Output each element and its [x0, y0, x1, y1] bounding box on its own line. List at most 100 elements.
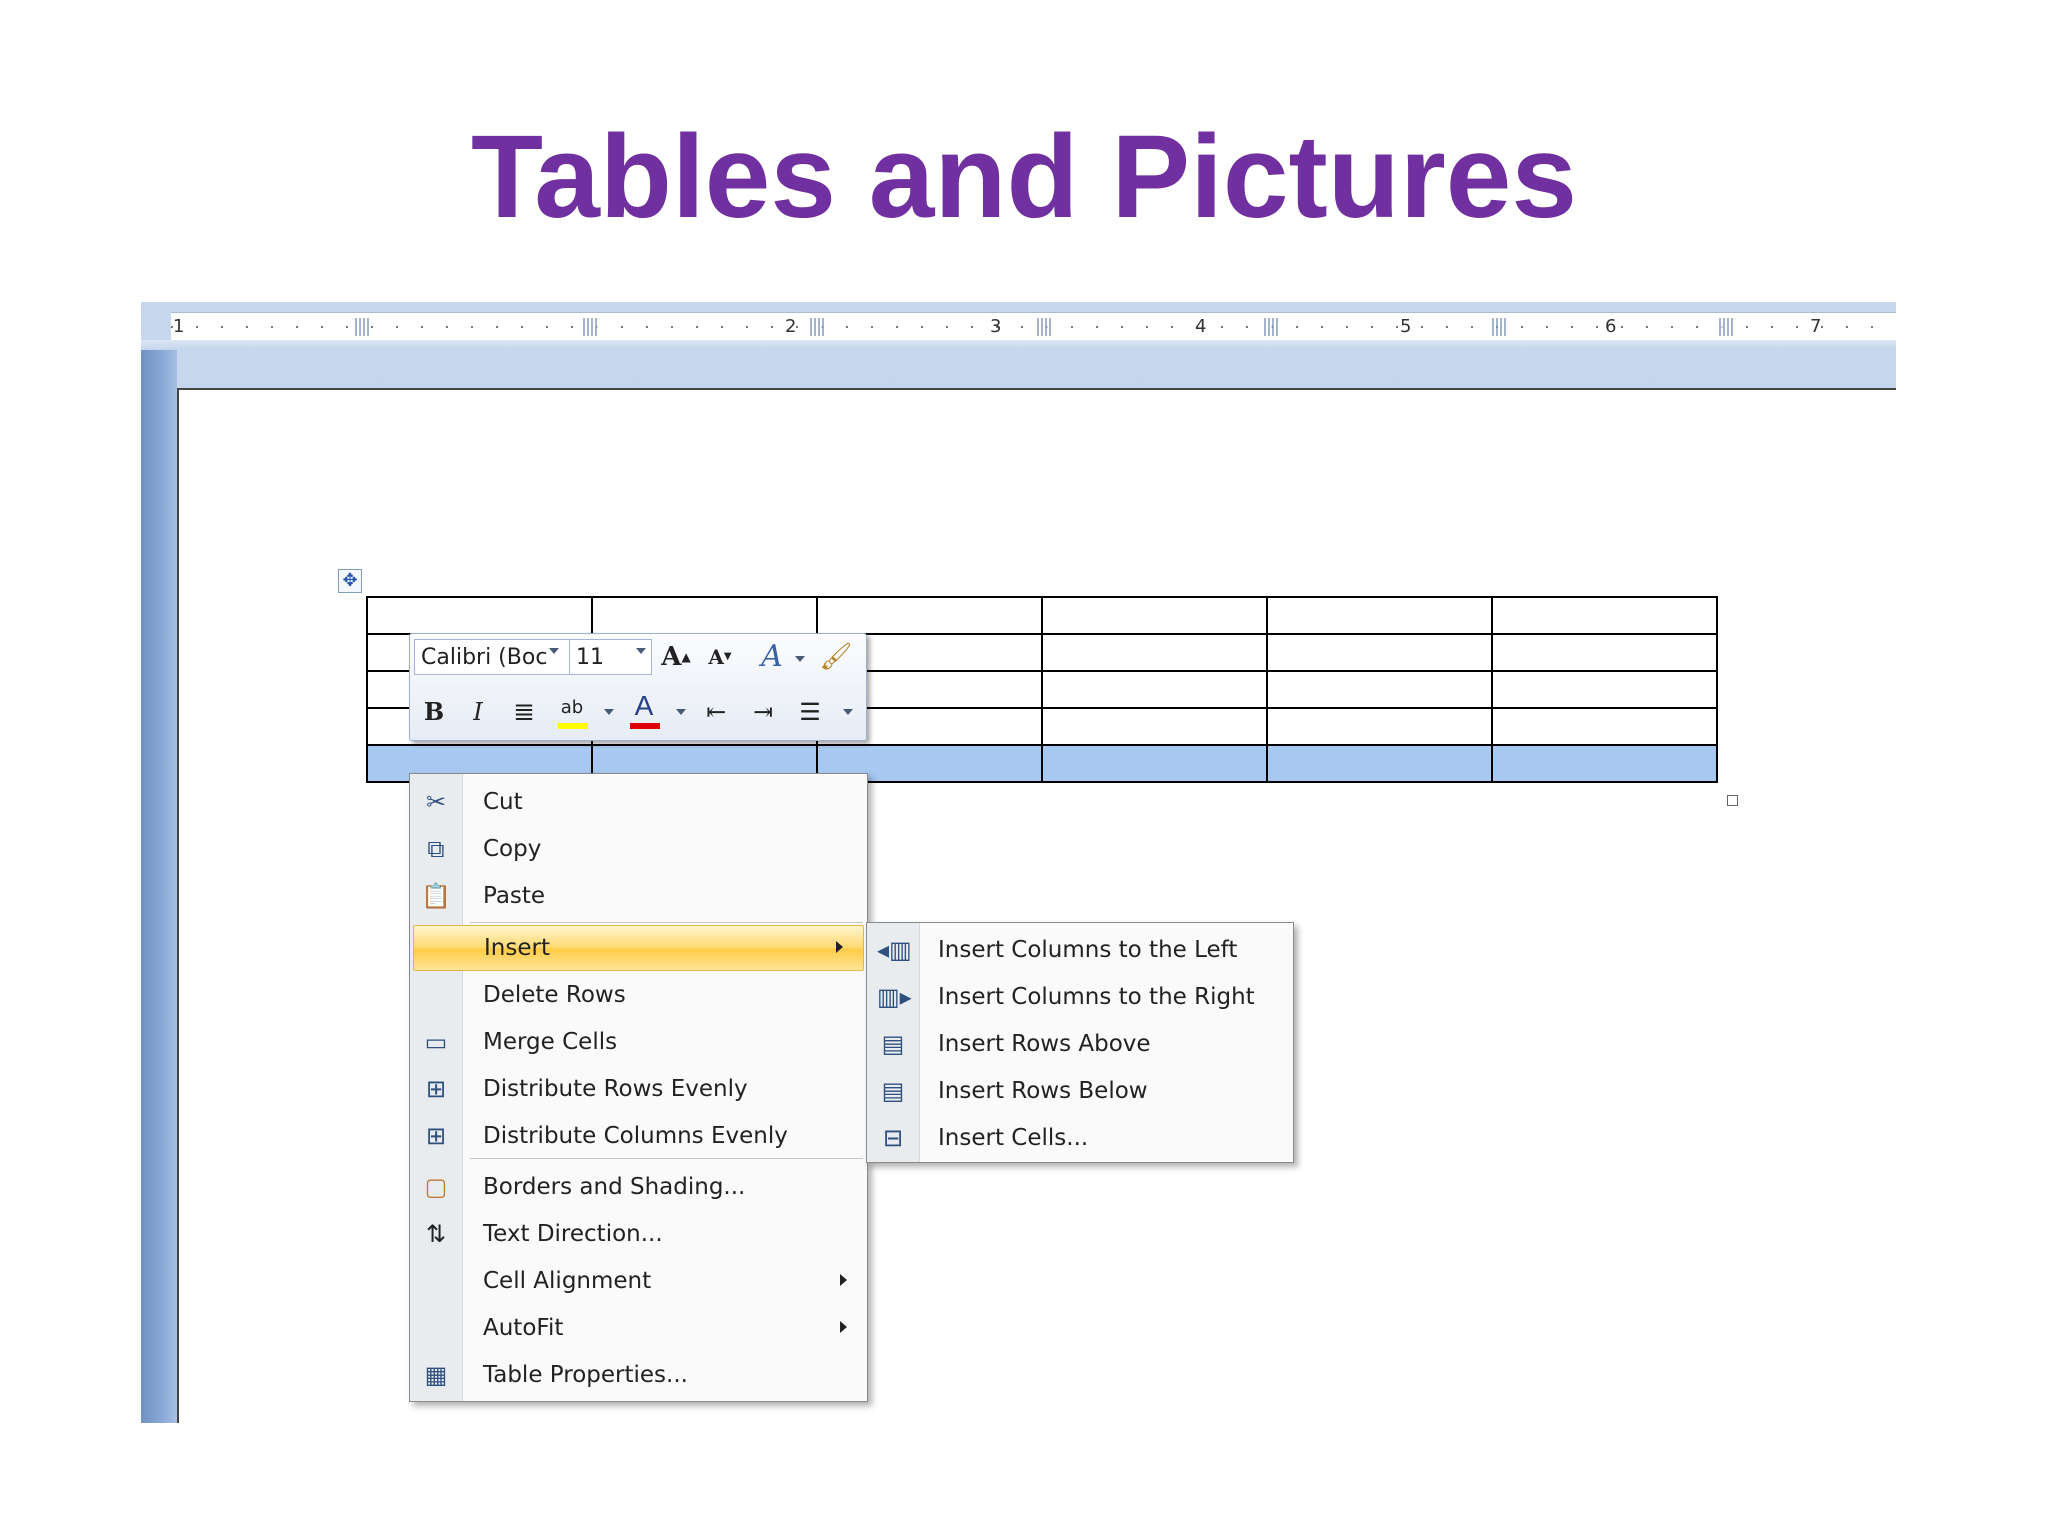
table-cell[interactable]: [1491, 670, 1718, 709]
table-cell[interactable]: [366, 596, 593, 635]
menu-item-text-direction[interactable]: ⇅ Text Direction...: [410, 1212, 867, 1256]
table-move-handle-icon[interactable]: ✥: [338, 569, 362, 593]
styles-icon[interactable]: A: [754, 639, 790, 675]
highlight-color-swatch: [558, 723, 588, 729]
mini-toolbar: Calibri (Boc 11 A▲ A▼ A 🖌 B I ≣ ab A ⇤ ⇥…: [409, 633, 867, 741]
table-cell[interactable]: [1266, 707, 1493, 746]
menu-item-merge-cells[interactable]: ▭ Merge Cells: [410, 1020, 867, 1064]
menu-item-table-properties[interactable]: ▦ Table Properties...: [410, 1353, 867, 1397]
text-direction-icon: ⇅: [425, 1220, 447, 1248]
table-resize-handle[interactable]: [1727, 795, 1738, 806]
table-cell[interactable]: [1491, 633, 1718, 672]
table-row: [366, 596, 1718, 635]
column-marker[interactable]: [1492, 318, 1508, 336]
menu-item-borders-shading[interactable]: ▢ Borders and Shading...: [410, 1165, 867, 1209]
bullets-dropdown-icon[interactable]: [843, 709, 853, 715]
table-cell[interactable]: [1041, 707, 1268, 746]
menu-item-label: Table Properties...: [483, 1362, 688, 1388]
table-cell[interactable]: [1041, 633, 1268, 672]
font-color-button[interactable]: A: [626, 688, 662, 724]
ruler-number: 4: [1195, 316, 1207, 337]
menu-item-label: Cut: [483, 789, 523, 815]
ruler-ticks: [171, 326, 1896, 328]
submenu-item-insert-columns-left[interactable]: ◂▥ Insert Columns to the Left: [867, 927, 1293, 974]
center-align-icon[interactable]: ≣: [506, 694, 542, 730]
menu-item-cut[interactable]: ✂ Cut: [410, 780, 867, 824]
submenu-item-insert-columns-right[interactable]: ▥▸ Insert Columns to the Right: [867, 974, 1293, 1021]
menu-separator: [470, 922, 863, 923]
column-marker[interactable]: [1037, 318, 1053, 336]
shrink-font-icon[interactable]: A▼: [702, 639, 738, 675]
table-cell[interactable]: [1041, 596, 1268, 635]
table-cell[interactable]: [1266, 744, 1493, 783]
menu-item-label: AutoFit: [483, 1315, 564, 1341]
menu-item-label: Delete Rows: [483, 982, 626, 1008]
table-cell[interactable]: [1266, 670, 1493, 709]
bullets-icon[interactable]: ☰: [792, 694, 828, 730]
word-window: 1 2 3 4 5 6 7: [141, 302, 1896, 1423]
submenu-item-label: Insert Cells...: [938, 1125, 1089, 1151]
table-cell[interactable]: [1041, 670, 1268, 709]
highlight-dropdown-icon[interactable]: [604, 709, 614, 715]
column-marker[interactable]: [583, 318, 599, 336]
column-marker[interactable]: [1719, 318, 1735, 336]
format-painter-icon[interactable]: 🖌: [818, 639, 854, 675]
horizontal-ruler[interactable]: 1 2 3 4 5 6 7: [171, 312, 1896, 342]
table-cell[interactable]: [1266, 633, 1493, 672]
vertical-ruler: [141, 350, 177, 1423]
submenu-item-insert-rows-below[interactable]: ▤ Insert Rows Below: [867, 1068, 1293, 1115]
highlight-button[interactable]: ab: [554, 690, 590, 726]
ruler-border: [141, 340, 1896, 350]
menu-item-paste[interactable]: 📋 Paste: [410, 874, 867, 918]
table-cell[interactable]: [1491, 596, 1718, 635]
table-cell[interactable]: [1266, 596, 1493, 635]
distribute-rows-icon: ⊞: [425, 1075, 447, 1103]
bold-button[interactable]: B: [416, 694, 452, 730]
submenu-item-label: Insert Columns to the Left: [938, 937, 1238, 963]
column-marker[interactable]: [810, 318, 826, 336]
font-name-dropdown-icon[interactable]: [549, 648, 559, 654]
highlight-label: ab: [560, 697, 584, 718]
copy-icon: ⧉: [427, 835, 445, 863]
distribute-columns-icon: ⊞: [425, 1122, 447, 1150]
menu-item-cell-alignment[interactable]: Cell Alignment: [410, 1259, 867, 1303]
ruler-number: 5: [1400, 316, 1412, 337]
ruler-number: 7: [1810, 316, 1822, 337]
increase-indent-icon[interactable]: ⇥: [745, 694, 781, 730]
italic-button[interactable]: I: [460, 694, 496, 730]
ruler-number: 2: [785, 316, 797, 337]
menu-item-autofit[interactable]: AutoFit: [410, 1306, 867, 1350]
insert-columns-right-icon: ▥▸: [877, 983, 912, 1011]
submenu-item-insert-rows-above[interactable]: ▤ Insert Rows Above: [867, 1021, 1293, 1068]
menu-item-label: Distribute Rows Evenly: [483, 1076, 748, 1102]
submenu-item-insert-cells[interactable]: ⊟ Insert Cells...: [867, 1115, 1293, 1162]
table-cell[interactable]: [1491, 744, 1718, 783]
menu-item-distribute-rows[interactable]: ⊞ Distribute Rows Evenly: [410, 1067, 867, 1111]
insert-columns-left-icon: ◂▥: [877, 936, 912, 964]
submenu-item-label: Insert Columns to the Right: [938, 984, 1255, 1010]
font-size-dropdown-icon[interactable]: [636, 648, 646, 654]
menu-item-label: Insert: [484, 935, 550, 961]
ruler-number: 3: [990, 316, 1002, 337]
menu-item-delete-rows[interactable]: Delete Rows: [410, 973, 867, 1017]
context-menu: ✂ Cut ⧉ Copy 📋 Paste Insert Delete Rows …: [409, 773, 868, 1402]
table-cell[interactable]: [1491, 707, 1718, 746]
decrease-indent-icon[interactable]: ⇤: [698, 694, 734, 730]
menu-item-insert[interactable]: Insert: [413, 925, 864, 971]
table-cell[interactable]: [1041, 744, 1268, 783]
merge-cells-icon: ▭: [424, 1028, 448, 1056]
submenu-arrow-icon: [840, 1321, 847, 1333]
column-marker[interactable]: [355, 318, 371, 336]
font-size-box[interactable]: 11: [570, 639, 652, 675]
menu-item-distribute-columns[interactable]: ⊞ Distribute Columns Evenly: [410, 1114, 867, 1158]
menu-item-label: Text Direction...: [483, 1221, 663, 1247]
submenu-item-label: Insert Rows Above: [938, 1031, 1151, 1057]
column-marker[interactable]: [1264, 318, 1280, 336]
styles-dropdown-icon[interactable]: [795, 656, 805, 662]
table-cell[interactable]: [816, 596, 1043, 635]
table-cell[interactable]: [591, 596, 818, 635]
font-name-box[interactable]: Calibri (Boc: [414, 639, 570, 675]
font-color-dropdown-icon[interactable]: [676, 709, 686, 715]
menu-item-copy[interactable]: ⧉ Copy: [410, 827, 867, 871]
grow-font-icon[interactable]: A▲: [658, 639, 694, 675]
